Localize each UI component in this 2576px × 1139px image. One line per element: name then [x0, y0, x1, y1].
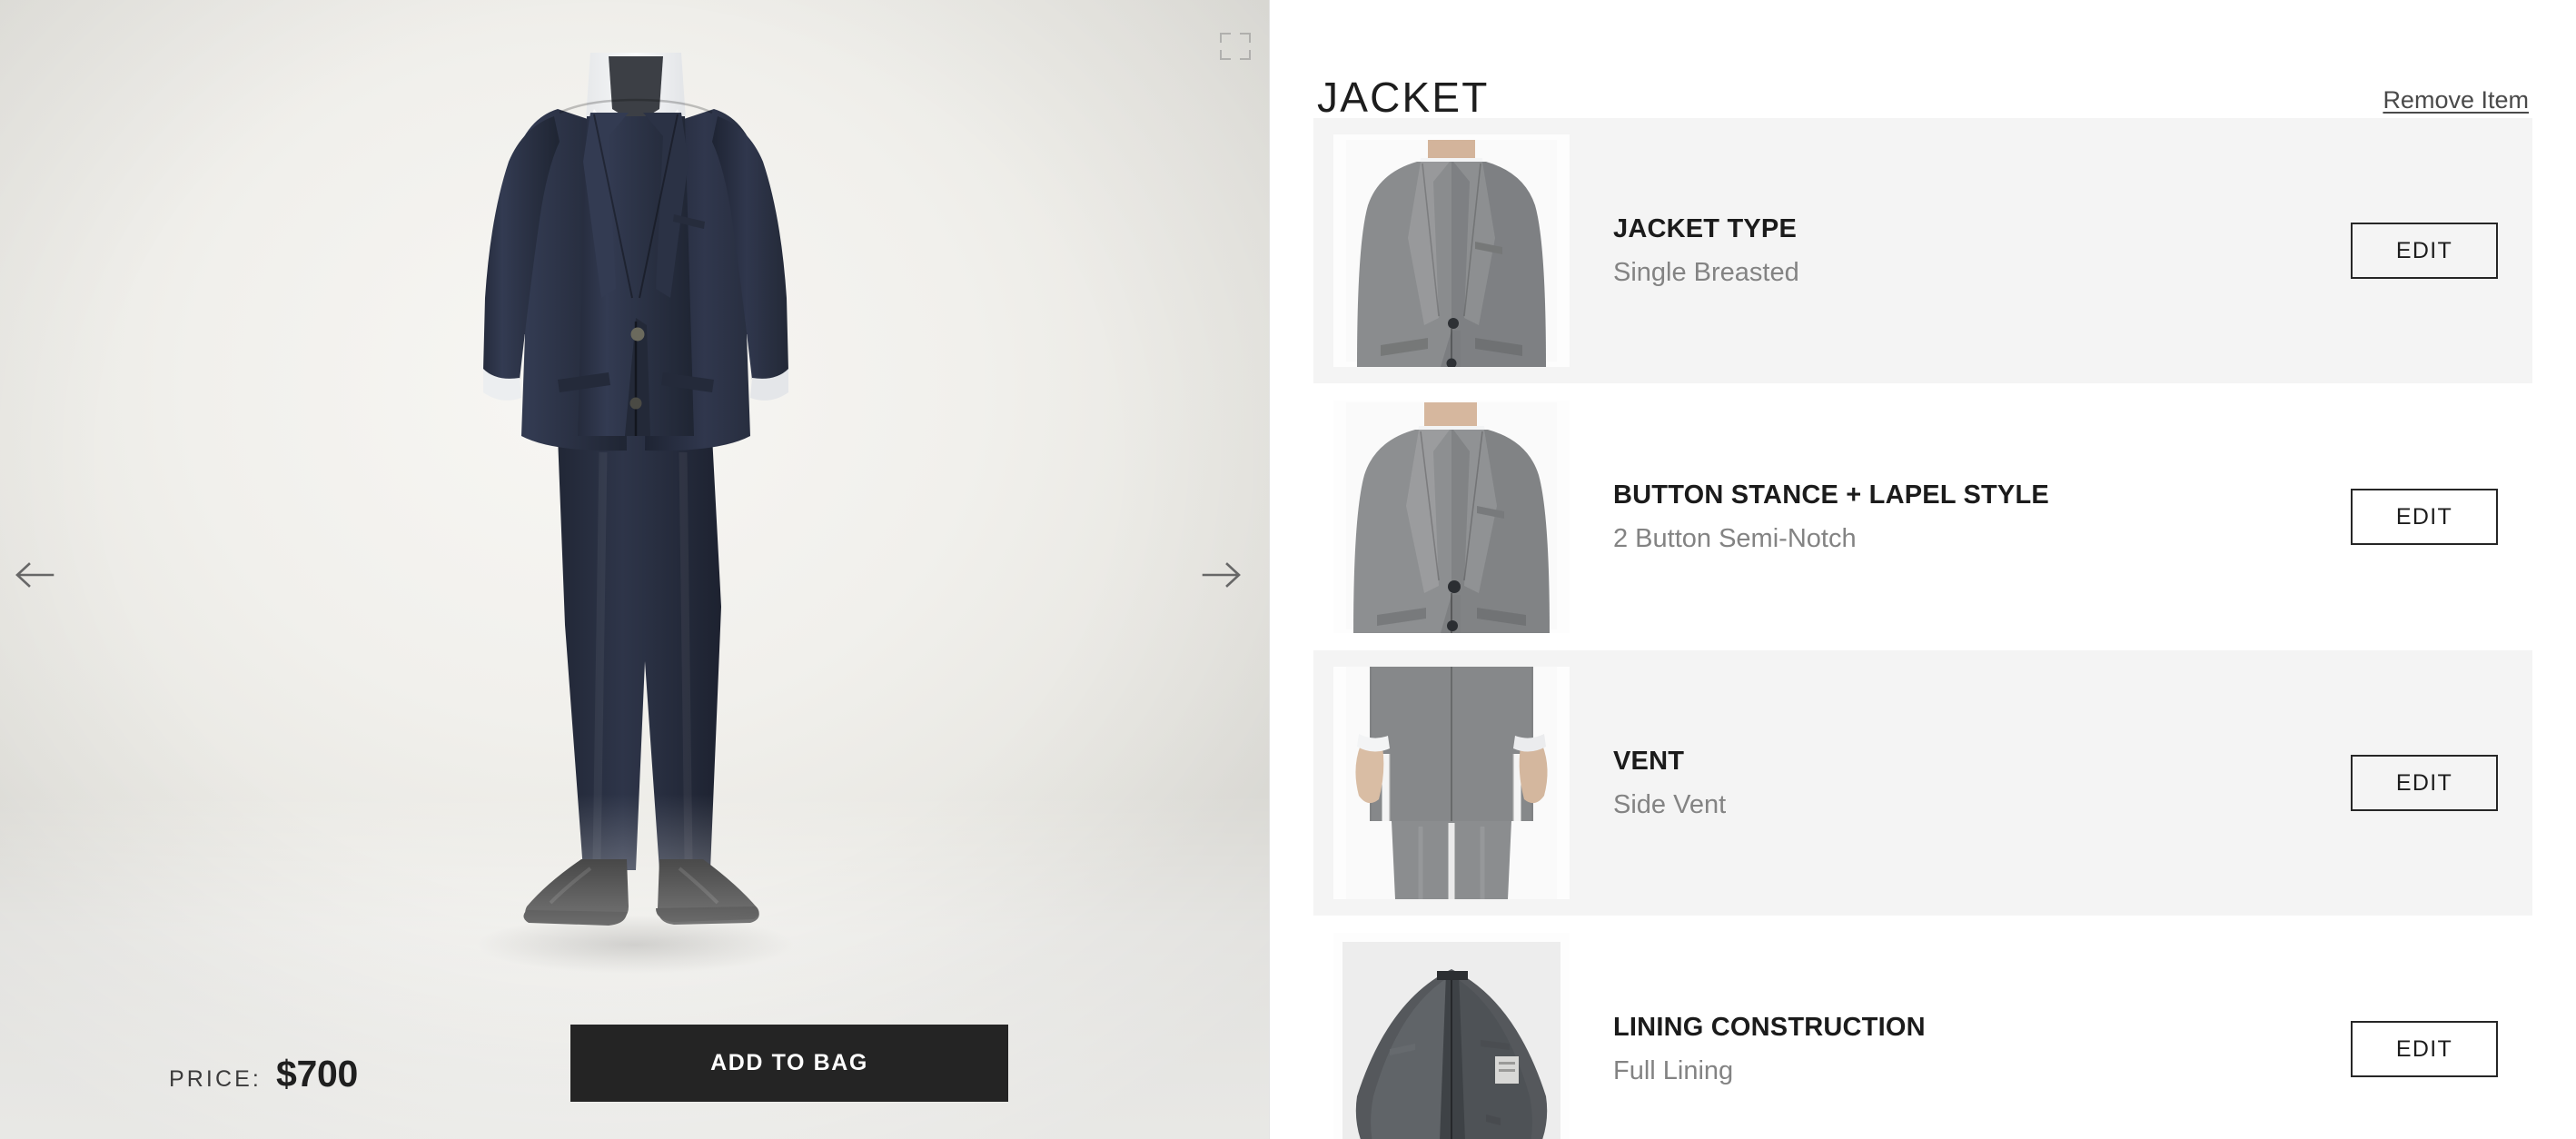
option-value: Side Vent	[1613, 789, 1727, 819]
panel-header: JACKET Remove Item	[1270, 0, 2576, 118]
edit-button[interactable]: EDIT	[2351, 489, 2498, 545]
option-value: Full Lining	[1613, 1055, 1734, 1085]
price-label: PRICE:	[169, 1066, 262, 1092]
option-text: JACKET TYPE Single Breasted	[1570, 214, 2351, 288]
list-item[interactable]: JACKET TYPE Single Breasted EDIT	[1313, 118, 2532, 383]
previous-image-arrow-left-icon[interactable]	[9, 556, 60, 594]
expand-fullscreen-icon[interactable]	[1220, 33, 1251, 60]
product-image[interactable]	[421, 25, 848, 1015]
option-text: VENT Side Vent	[1570, 747, 2351, 820]
price-value: $700	[275, 1053, 358, 1094]
list-item[interactable]: VENT Side Vent EDIT	[1313, 650, 2532, 916]
price-display: PRICE: $700	[169, 1053, 358, 1095]
edit-button[interactable]: EDIT	[2351, 223, 2498, 279]
option-name: LINING CONSTRUCTION	[1613, 1012, 1926, 1042]
option-value: 2 Button Semi-Notch	[1613, 523, 1857, 553]
edit-button[interactable]: EDIT	[2351, 755, 2498, 811]
jacket-type-thumbnail	[1333, 134, 1570, 367]
option-name: VENT	[1613, 746, 1685, 776]
remove-item-link[interactable]: Remove Item	[2383, 86, 2529, 118]
product-viewer: PRICE: $700 ADD TO BAG	[0, 0, 1270, 1139]
edit-button[interactable]: EDIT	[2351, 1021, 2498, 1077]
option-value: Single Breasted	[1613, 257, 1799, 287]
next-image-arrow-right-icon[interactable]	[1196, 556, 1247, 594]
option-name: JACKET TYPE	[1613, 213, 1798, 243]
option-text: LINING CONSTRUCTION Full Lining	[1570, 1013, 2351, 1086]
options-list: JACKET TYPE Single Breasted EDIT BUTTON …	[1270, 118, 2576, 1139]
button-stance-lapel-thumbnail	[1333, 401, 1570, 633]
add-to-bag-button[interactable]: ADD TO BAG	[570, 1025, 1008, 1102]
options-panel: JACKET Remove Item JACKET TYPE Single Br…	[1270, 0, 2576, 1139]
lining-construction-thumbnail	[1333, 933, 1570, 1139]
list-item[interactable]: LINING CONSTRUCTION Full Lining EDIT	[1313, 916, 2532, 1139]
vent-thumbnail	[1333, 667, 1570, 899]
product-configurator: PRICE: $700 ADD TO BAG JACKET Remove Ite…	[0, 0, 2576, 1139]
option-text: BUTTON STANCE + LAPEL STYLE 2 Button Sem…	[1570, 480, 2351, 554]
page-title: JACKET	[1317, 74, 1490, 121]
list-item[interactable]: BUTTON STANCE + LAPEL STYLE 2 Button Sem…	[1313, 384, 2532, 649]
option-name: BUTTON STANCE + LAPEL STYLE	[1613, 480, 2049, 510]
